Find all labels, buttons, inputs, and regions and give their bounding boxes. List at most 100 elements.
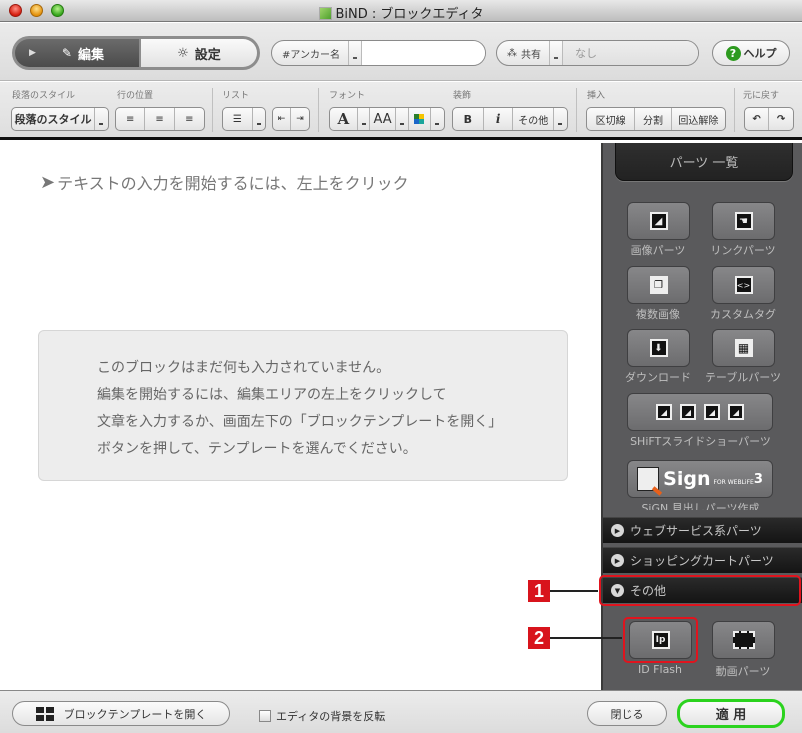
image-part-label: 画像パーツ — [630, 244, 686, 257]
other-decoration-dropdown[interactable] — [554, 108, 567, 130]
editor-area[interactable]: ➤ テキストの入力を開始するには、左上をクリック このブロックはまだ何も入力され… — [0, 143, 601, 690]
help-label: ヘルプ — [743, 47, 777, 60]
close-button[interactable]: 閉じる — [587, 701, 667, 726]
font-size-dropdown[interactable] — [396, 108, 409, 130]
link-part-button[interactable]: ☚ — [712, 202, 775, 240]
italic-button[interactable]: i — [484, 108, 514, 130]
align-right-icon: ≡ — [185, 113, 194, 125]
callout-line-1 — [550, 590, 598, 592]
anchor-name-label: #アンカー名 — [272, 41, 349, 65]
color-dropdown[interactable] — [431, 108, 444, 130]
link-part-label: リンクパーツ — [710, 244, 776, 257]
undo-group-label: 元に戻す — [743, 91, 780, 101]
edit-mode-button[interactable]: ▶ ✎ 編集 — [15, 39, 139, 67]
share-icon: ⁂ — [507, 47, 517, 59]
list-button[interactable]: ☰ — [223, 108, 253, 130]
callout-line-2 — [550, 637, 622, 639]
cursor-arrow-icon: ➤ — [40, 171, 56, 193]
bottom-bar: ブロックテンプレートを開く エディタの背景を反転 閉じる 適 用 — [0, 690, 802, 733]
empty-message-line: 文章を入力するか、画面左下の「ブロックテンプレートを開く」 — [97, 414, 503, 430]
window-title-text: BiND : ブロックエディタ — [335, 7, 484, 22]
empty-message-line: このブロックはまだ何も入力されていません。 — [97, 360, 391, 376]
sign-logo-num: 3 — [753, 471, 763, 487]
play-icon: ▶ — [29, 48, 36, 58]
invert-background-checkbox[interactable]: エディタの背景を反転 — [259, 708, 385, 724]
callout-highlight-2 — [623, 617, 698, 663]
outdent-button[interactable]: ⇤ — [273, 108, 292, 130]
link-hand-icon: ☚ — [734, 212, 753, 230]
insert-separator-button[interactable]: 区切線 — [587, 108, 636, 130]
parts-panel-title: パーツ 一覧 — [615, 143, 793, 181]
section-label: ウェブサービス系パーツ — [630, 524, 762, 538]
table-icon: ▦ — [734, 339, 753, 357]
mode-switch: ▶ ✎ 編集 ☼ 設定 — [12, 36, 260, 70]
window-title: BiND : ブロックエディタ — [0, 3, 802, 22]
table-part-label: テーブルパーツ — [704, 371, 782, 384]
section-web-services[interactable]: ▶ ウェブサービス系パーツ — [603, 517, 802, 543]
edit-mode-label: 編集 — [77, 47, 104, 63]
font-button[interactable]: A — [330, 108, 358, 130]
alignment-group: ≡ ≡ ≡ — [115, 107, 205, 131]
align-left-button[interactable]: ≡ — [116, 108, 146, 130]
app-icon — [318, 7, 332, 20]
paragraph-style-group-label: 段落のスタイル — [12, 91, 76, 101]
sign-part-button[interactable]: Sign FOR WEBLiFE 3 — [627, 460, 773, 498]
divider — [576, 88, 577, 132]
divider — [734, 88, 735, 132]
invert-background-label: エディタの背景を反転 — [276, 710, 386, 723]
color-button[interactable] — [409, 108, 432, 130]
table-part-button[interactable]: ▦ — [712, 329, 775, 367]
font-dropdown[interactable] — [358, 108, 371, 130]
callout-badge-1: 1 — [528, 580, 550, 602]
image-part-button[interactable]: ◢ — [627, 202, 690, 240]
indent-button[interactable]: ⇥ — [291, 108, 309, 130]
divider — [212, 88, 213, 132]
share-dropdown-button[interactable] — [550, 41, 563, 65]
redo-button[interactable]: ↷ — [769, 108, 793, 130]
share-value[interactable]: なし — [563, 41, 698, 65]
section-shopping-cart[interactable]: ▶ ショッピングカートパーツ — [603, 547, 802, 573]
help-button[interactable]: ? ヘルプ — [712, 40, 790, 66]
parts-panel: パーツ 一覧 ◢ 画像パーツ ☚ リンクパーツ ❐ 複数画像 <> カスタムタグ… — [599, 143, 802, 690]
editor-hint: ➤ テキストの入力を開始するには、左上をクリック — [40, 170, 409, 194]
paragraph-style-select: 段落のスタイル — [11, 107, 109, 131]
undo-button[interactable]: ↶ — [745, 108, 770, 130]
anchor-name-input[interactable] — [361, 41, 485, 65]
download-part-button[interactable]: ⬇ — [627, 329, 690, 367]
line-position-group-label: 行の位置 — [117, 91, 154, 101]
align-center-button[interactable]: ≡ — [145, 108, 175, 130]
custom-tag-part-label: カスタムタグ — [710, 308, 776, 321]
clear-wrap-button[interactable]: 回込解除 — [672, 108, 725, 130]
settings-mode-button[interactable]: ☼ 設定 — [140, 39, 257, 67]
sign-part-label: SiGN 見出しパーツ作成 — [641, 502, 760, 510]
list-dropdown[interactable] — [253, 108, 265, 130]
apply-button[interactable]: 適 用 — [677, 699, 785, 728]
editor-hint-text: テキストの入力を開始するには、左上をクリック — [57, 174, 409, 193]
other-decoration-button[interactable]: その他 — [513, 108, 555, 130]
custom-tag-part-button[interactable]: <> — [712, 266, 775, 304]
image-icon: ◢ — [649, 212, 668, 230]
bold-button[interactable]: B — [453, 108, 484, 130]
paragraph-style-dropdown[interactable] — [95, 108, 108, 130]
empty-block-lines: このブロックはまだ何も入力されていません。 編集を開始するには、編集エリアの左上… — [97, 355, 502, 463]
font-size-button[interactable]: AA — [370, 108, 396, 130]
checkbox-box[interactable] — [259, 710, 271, 722]
redo-icon: ↷ — [776, 113, 786, 125]
multi-image-part-button[interactable]: ❐ — [627, 266, 690, 304]
align-right-button[interactable]: ≡ — [175, 108, 204, 130]
divider — [318, 88, 319, 132]
open-block-template-button[interactable]: ブロックテンプレートを開く — [12, 701, 230, 726]
paragraph-style-button[interactable]: 段落のスタイル — [12, 108, 96, 130]
anchor-name-control: #アンカー名 — [271, 40, 486, 66]
video-part-button[interactable] — [712, 621, 775, 659]
indent-icon: ⇥ — [296, 114, 304, 124]
slideshow-part-button[interactable]: ◢ ◢ ◢ ◢ — [627, 393, 773, 431]
anchor-dropdown-button[interactable] — [349, 41, 362, 65]
callout-badge-2: 2 — [528, 627, 550, 649]
decoration-group: B i その他 — [452, 107, 568, 131]
multi-image-part-label: 複数画像 — [636, 308, 680, 321]
download-part-label: ダウンロード — [625, 371, 691, 384]
insert-split-button[interactable]: 分割 — [635, 108, 672, 130]
color-palette-icon — [414, 114, 425, 124]
align-center-icon: ≡ — [155, 113, 164, 125]
